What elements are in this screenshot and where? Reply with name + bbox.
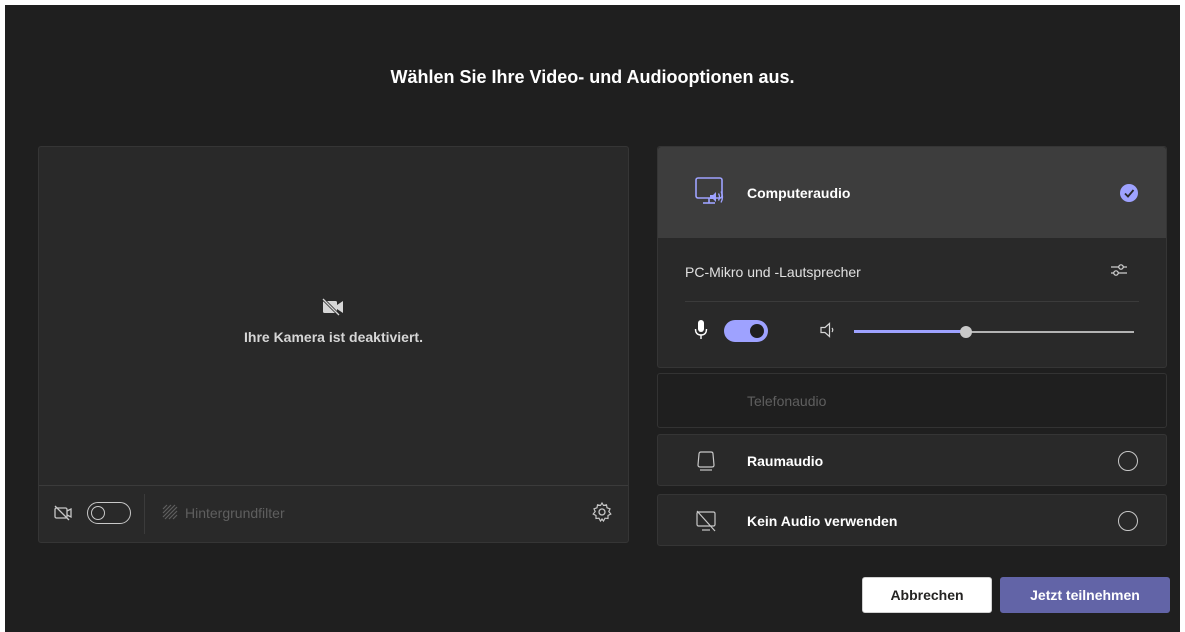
camera-off-message: Ihre Kamera ist deaktiviert. — [244, 329, 423, 345]
video-area: Ihre Kamera ist deaktiviert. — [39, 147, 628, 487]
divider — [685, 301, 1139, 302]
cancel-button[interactable]: Abbrechen — [862, 577, 992, 613]
join-now-button[interactable]: Jetzt teilnehmen — [1000, 577, 1170, 613]
speaker-icon — [820, 322, 834, 338]
camera-off-icon — [321, 297, 343, 317]
divider — [144, 494, 145, 534]
microphone-toggle[interactable] — [724, 320, 768, 342]
room-audio-radio[interactable] — [1118, 451, 1138, 471]
room-audio-icon — [697, 451, 715, 471]
speaker-volume-slider[interactable] — [854, 326, 1134, 338]
computer-audio-label: Computeraudio — [747, 185, 851, 201]
no-audio-radio[interactable] — [1118, 511, 1138, 531]
volume-fill — [854, 330, 966, 333]
check-icon — [1120, 184, 1138, 202]
phone-audio-option: Telefonaudio — [657, 373, 1167, 428]
camera-off-icon — [54, 505, 72, 521]
pre-join-screen: Wählen Sie Ihre Video- und Audiooptionen… — [5, 5, 1180, 632]
no-audio-option[interactable]: Kein Audio verwenden — [657, 494, 1167, 546]
no-audio-label: Kein Audio verwenden — [747, 513, 898, 529]
toggle-knob — [750, 324, 764, 338]
camera-toggle[interactable] — [87, 502, 131, 524]
room-audio-label: Raumaudio — [747, 453, 824, 469]
gear-icon[interactable] — [591, 501, 613, 523]
room-audio-option[interactable]: Raumaudio — [657, 434, 1167, 486]
volume-thumb[interactable] — [960, 326, 972, 338]
audio-device-label: PC-Mikro und -Lautsprecher — [685, 264, 861, 280]
background-filter-button[interactable]: Hintergrundfilter — [185, 505, 285, 521]
phone-audio-label: Telefonaudio — [747, 393, 827, 409]
computer-audio-header[interactable]: Computeraudio — [658, 147, 1166, 238]
computer-audio-option[interactable]: Computeraudio PC-Mikro und -Lautsprecher — [657, 146, 1167, 368]
video-preview: Ihre Kamera ist deaktiviert. Hintergrund… — [38, 146, 629, 543]
microphone-icon — [694, 320, 708, 339]
no-audio-icon — [696, 510, 716, 532]
device-settings-icon[interactable] — [1109, 260, 1129, 280]
computer-audio-icon — [695, 177, 724, 204]
video-controls-bar: Hintergrundfilter — [39, 485, 628, 542]
page-title: Wählen Sie Ihre Video- und Audiooptionen… — [390, 67, 795, 87]
toggle-knob — [91, 506, 105, 520]
background-filter-icon — [162, 504, 178, 520]
